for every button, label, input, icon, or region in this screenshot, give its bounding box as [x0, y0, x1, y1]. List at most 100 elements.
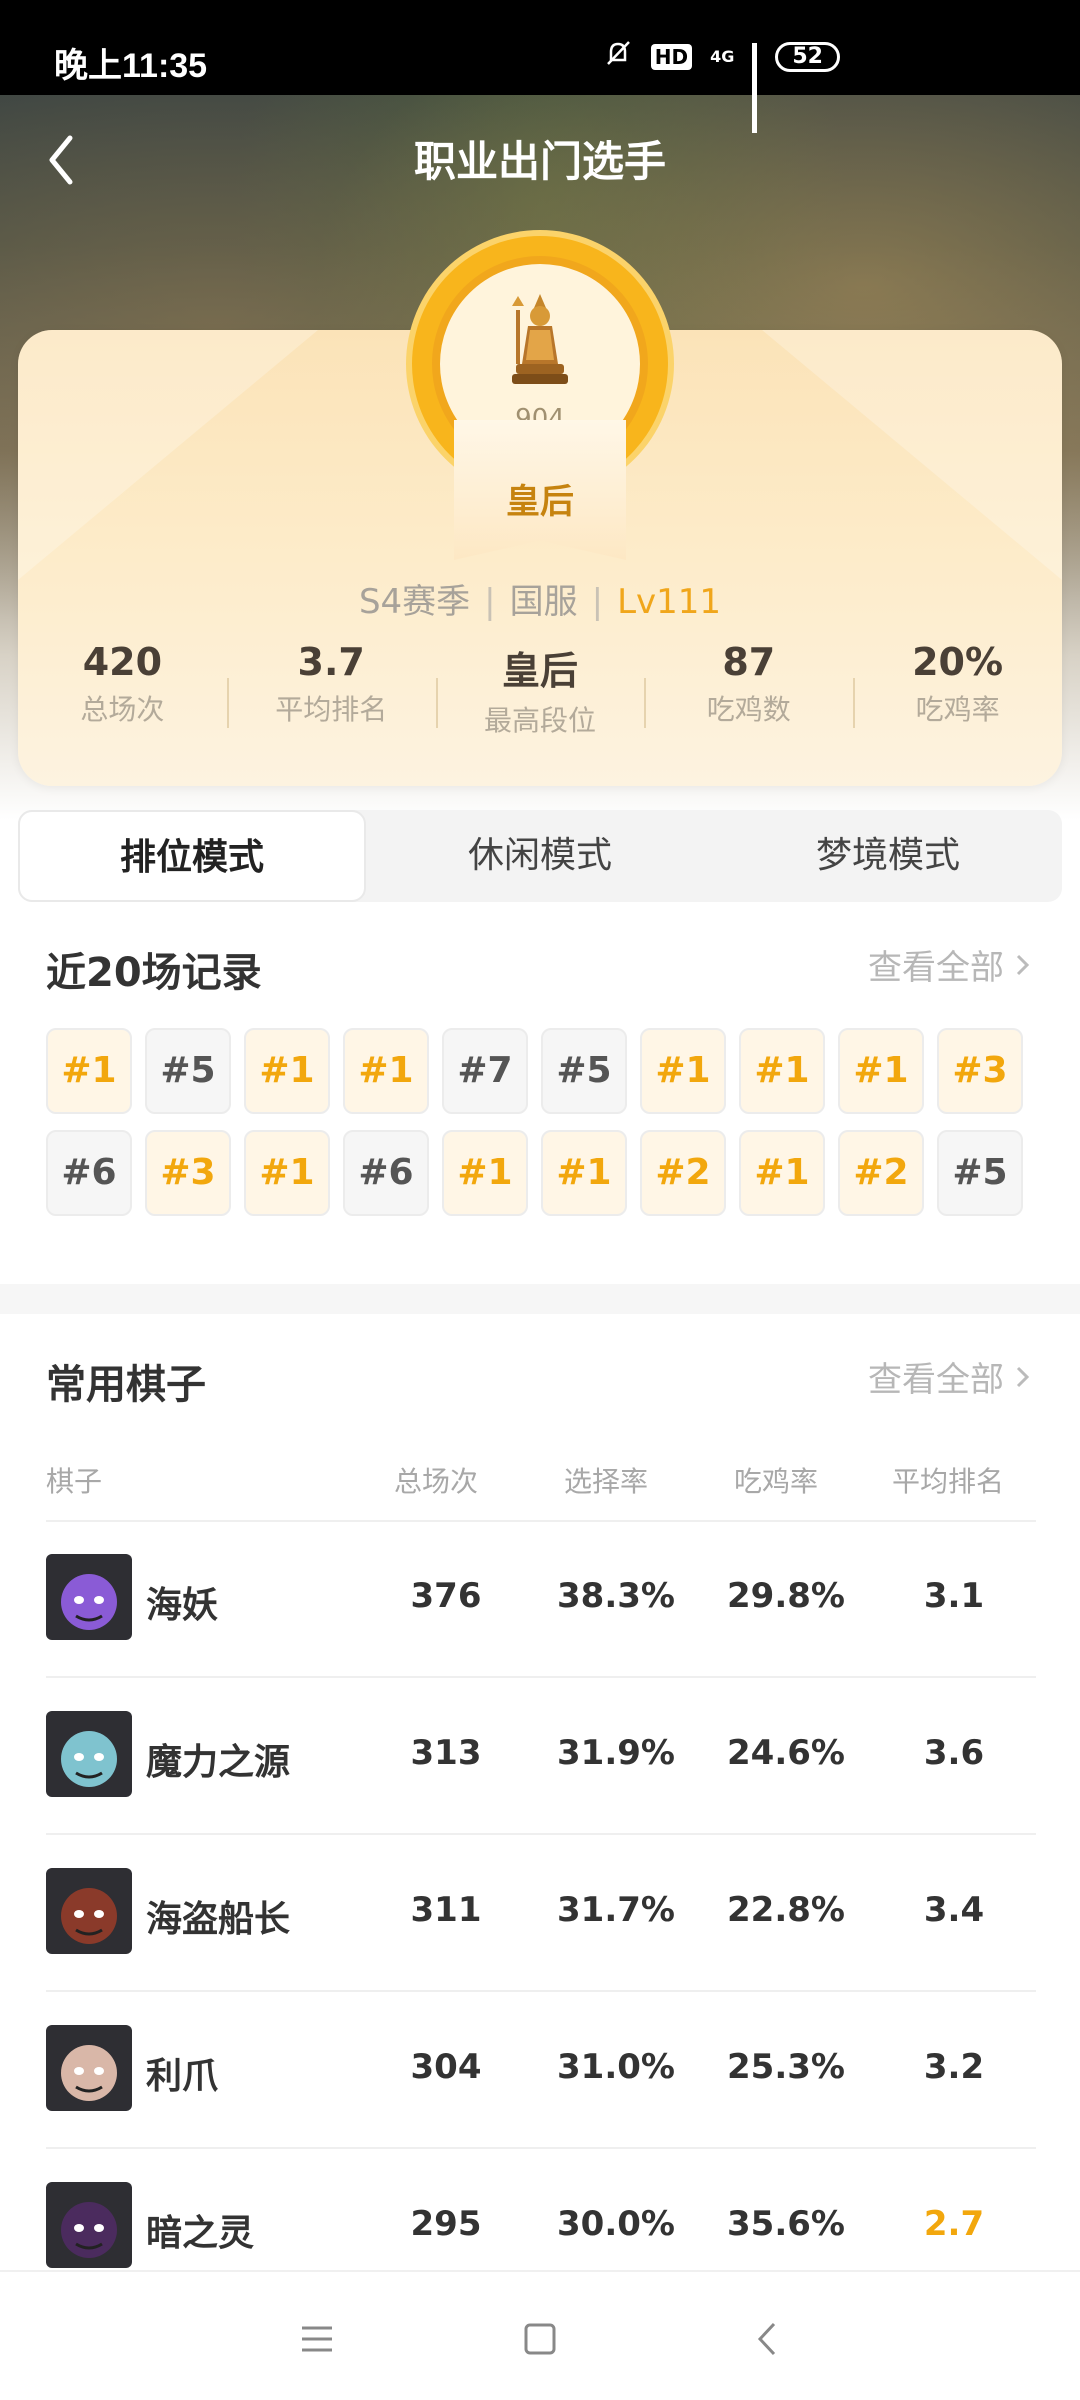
row-divider [46, 2147, 1036, 2149]
column-header-win-rate: 吃鸡率 [734, 1465, 819, 1498]
hd-icon: HD [650, 43, 693, 70]
table-row[interactable]: 魔力之源 313 31.9% 24.6% 3.6 [46, 1679, 1036, 1835]
pick-rate-cell: 31.9% [557, 1733, 675, 1773]
piece-name: 利爪 [146, 2056, 219, 2097]
pick-rate-cell: 30.0% [557, 2204, 675, 2244]
column-header-avg-rank: 平均排名 [892, 1465, 1005, 1498]
games-cell: 376 [410, 1576, 482, 1616]
piece-name: 暗之灵 [146, 2213, 255, 2254]
piece-name: 海妖 [146, 1585, 219, 1626]
status-icons: HD 4G 52 [603, 38, 840, 133]
row-divider [46, 1676, 1036, 1678]
rank-chip[interactable]: #1 [244, 1028, 330, 1114]
avg-rank-cell: 2.7 [923, 2204, 985, 2244]
pick-rate-cell: 38.3% [557, 1576, 675, 1616]
rank-chip[interactable]: #1 [640, 1028, 726, 1114]
source-of-magic-avatar [46, 1711, 132, 1797]
pick-rate-cell: 31.7% [557, 1890, 675, 1930]
avg-rank-cell: 3.4 [923, 1890, 985, 1930]
table-row[interactable]: 利爪 304 31.0% 25.3% 3.2 [46, 1993, 1036, 2149]
rank-name: 皇后 [506, 482, 574, 522]
chevron-right-icon [1016, 1366, 1030, 1387]
queen-chess-icon [512, 294, 568, 384]
rank-chip[interactable]: #3 [937, 1028, 1023, 1114]
stat-highest-tier: 皇后 最高段位 [435, 640, 645, 740]
stat-label: 最高段位 [483, 704, 596, 737]
chevron-right-icon [1016, 954, 1030, 975]
rank-chip[interactable]: #1 [46, 1028, 132, 1114]
see-all-label: 查看全部 [868, 948, 1004, 988]
table-row[interactable]: 海妖 376 38.3% 29.8% 3.1 [46, 1522, 1036, 1678]
rank-chip[interactable]: #1 [343, 1028, 429, 1114]
status-bar: 晚上11:35 HD 4G 52 [0, 0, 1080, 133]
win-rate-cell: 29.8% [727, 1576, 845, 1616]
win-rate-cell: 25.3% [727, 2047, 845, 2087]
stat-label: 吃鸡率 [915, 693, 1000, 726]
rank-chip[interactable]: #6 [46, 1130, 132, 1216]
rank-chip[interactable]: #6 [343, 1130, 429, 1216]
page-title: 职业出门选手 [413, 137, 666, 186]
win-rate-cell: 35.6% [727, 2204, 845, 2244]
naga-siren-avatar [46, 1554, 132, 1640]
pieces-see-all-link[interactable]: 查看全部 [868, 1352, 1034, 1401]
level-label: Lv111 [617, 582, 722, 622]
dark-spirit-avatar [46, 2182, 132, 2268]
season-label: S4赛季 [358, 582, 471, 622]
rank-chip[interactable]: #5 [145, 1028, 231, 1114]
stat-value: 20% [912, 640, 1004, 684]
piece-name: 海盗船长 [146, 1899, 291, 1940]
stat-value: 3.7 [297, 640, 365, 684]
mode-tabs: 排位模式 休闲模式 梦境模式 [18, 810, 1062, 902]
rank-chip[interactable]: #5 [541, 1028, 627, 1114]
avg-rank-cell: 3.2 [923, 2047, 985, 2087]
rank-chip[interactable]: #7 [442, 1028, 528, 1114]
win-rate-cell: 24.6% [727, 1733, 845, 1773]
tab-casual[interactable]: 休闲模式 [366, 810, 714, 902]
separator: | [484, 582, 496, 622]
piece-name: 魔力之源 [146, 1742, 291, 1783]
stat-value: 420 [82, 640, 163, 684]
stat-label: 总场次 [80, 693, 165, 726]
rank-chip[interactable]: #2 [838, 1130, 924, 1216]
rank-chip[interactable]: #2 [640, 1130, 726, 1216]
rank-chip[interactable]: #1 [541, 1130, 627, 1216]
recent-see-all-link[interactable]: 查看全部 [868, 940, 1034, 989]
signal-icon [752, 42, 758, 133]
pieces-table-header: 棋子 总场次 选择率 吃鸡率 平均排名 [46, 1460, 1036, 1520]
column-header-pick-rate: 选择率 [564, 1465, 649, 1498]
tab-ranked[interactable]: 排位模式 [18, 810, 366, 902]
win-rate-cell: 22.8% [727, 1890, 845, 1930]
server-label: 国服 [509, 582, 578, 622]
stat-wins: 87 吃鸡数 [644, 640, 853, 740]
stats-row: 420 总场次 3.7 平均排名 皇后 最高段位 87 吃鸡数 20% 吃鸡率 [18, 640, 1062, 740]
section-divider [0, 1284, 1080, 1314]
rank-chip[interactable]: #1 [244, 1130, 330, 1216]
column-header-piece: 棋子 [46, 1465, 103, 1498]
season-info: S4赛季 | 国服 | Lv111 [0, 574, 1080, 623]
rank-chip[interactable]: #3 [145, 1130, 231, 1216]
stat-label: 吃鸡数 [706, 693, 791, 726]
table-row[interactable]: 海盗船长 311 31.7% 22.8% 3.4 [46, 1836, 1036, 1992]
avg-rank-cell: 3.6 [923, 1733, 985, 1773]
common-pieces-title: 常用棋子 [46, 1362, 206, 1408]
home-square-icon[interactable] [515, 2314, 565, 2364]
rank-chip[interactable]: #1 [838, 1028, 924, 1114]
see-all-label: 查看全部 [868, 1360, 1004, 1400]
pirate-captain-avatar [46, 1868, 132, 1954]
recent-records-title: 近20场记录 [46, 950, 262, 996]
rank-chip[interactable]: #1 [739, 1130, 825, 1216]
rank-chip[interactable]: #1 [739, 1028, 825, 1114]
claw-avatar [46, 2025, 132, 2111]
battery-indicator: 52 [775, 41, 840, 72]
games-cell: 313 [410, 1733, 482, 1773]
tab-dream[interactable]: 梦境模式 [714, 810, 1062, 902]
column-header-games: 总场次 [394, 1465, 479, 1498]
back-triangle-icon[interactable] [742, 2314, 792, 2364]
mute-bell-icon [603, 38, 633, 75]
avg-rank-cell: 3.1 [923, 1576, 985, 1616]
rank-chip[interactable]: #5 [937, 1130, 1023, 1216]
games-cell: 295 [410, 2204, 482, 2244]
rank-chip[interactable]: #1 [442, 1130, 528, 1216]
menu-icon[interactable] [292, 2314, 342, 2364]
games-cell: 311 [410, 1890, 482, 1930]
